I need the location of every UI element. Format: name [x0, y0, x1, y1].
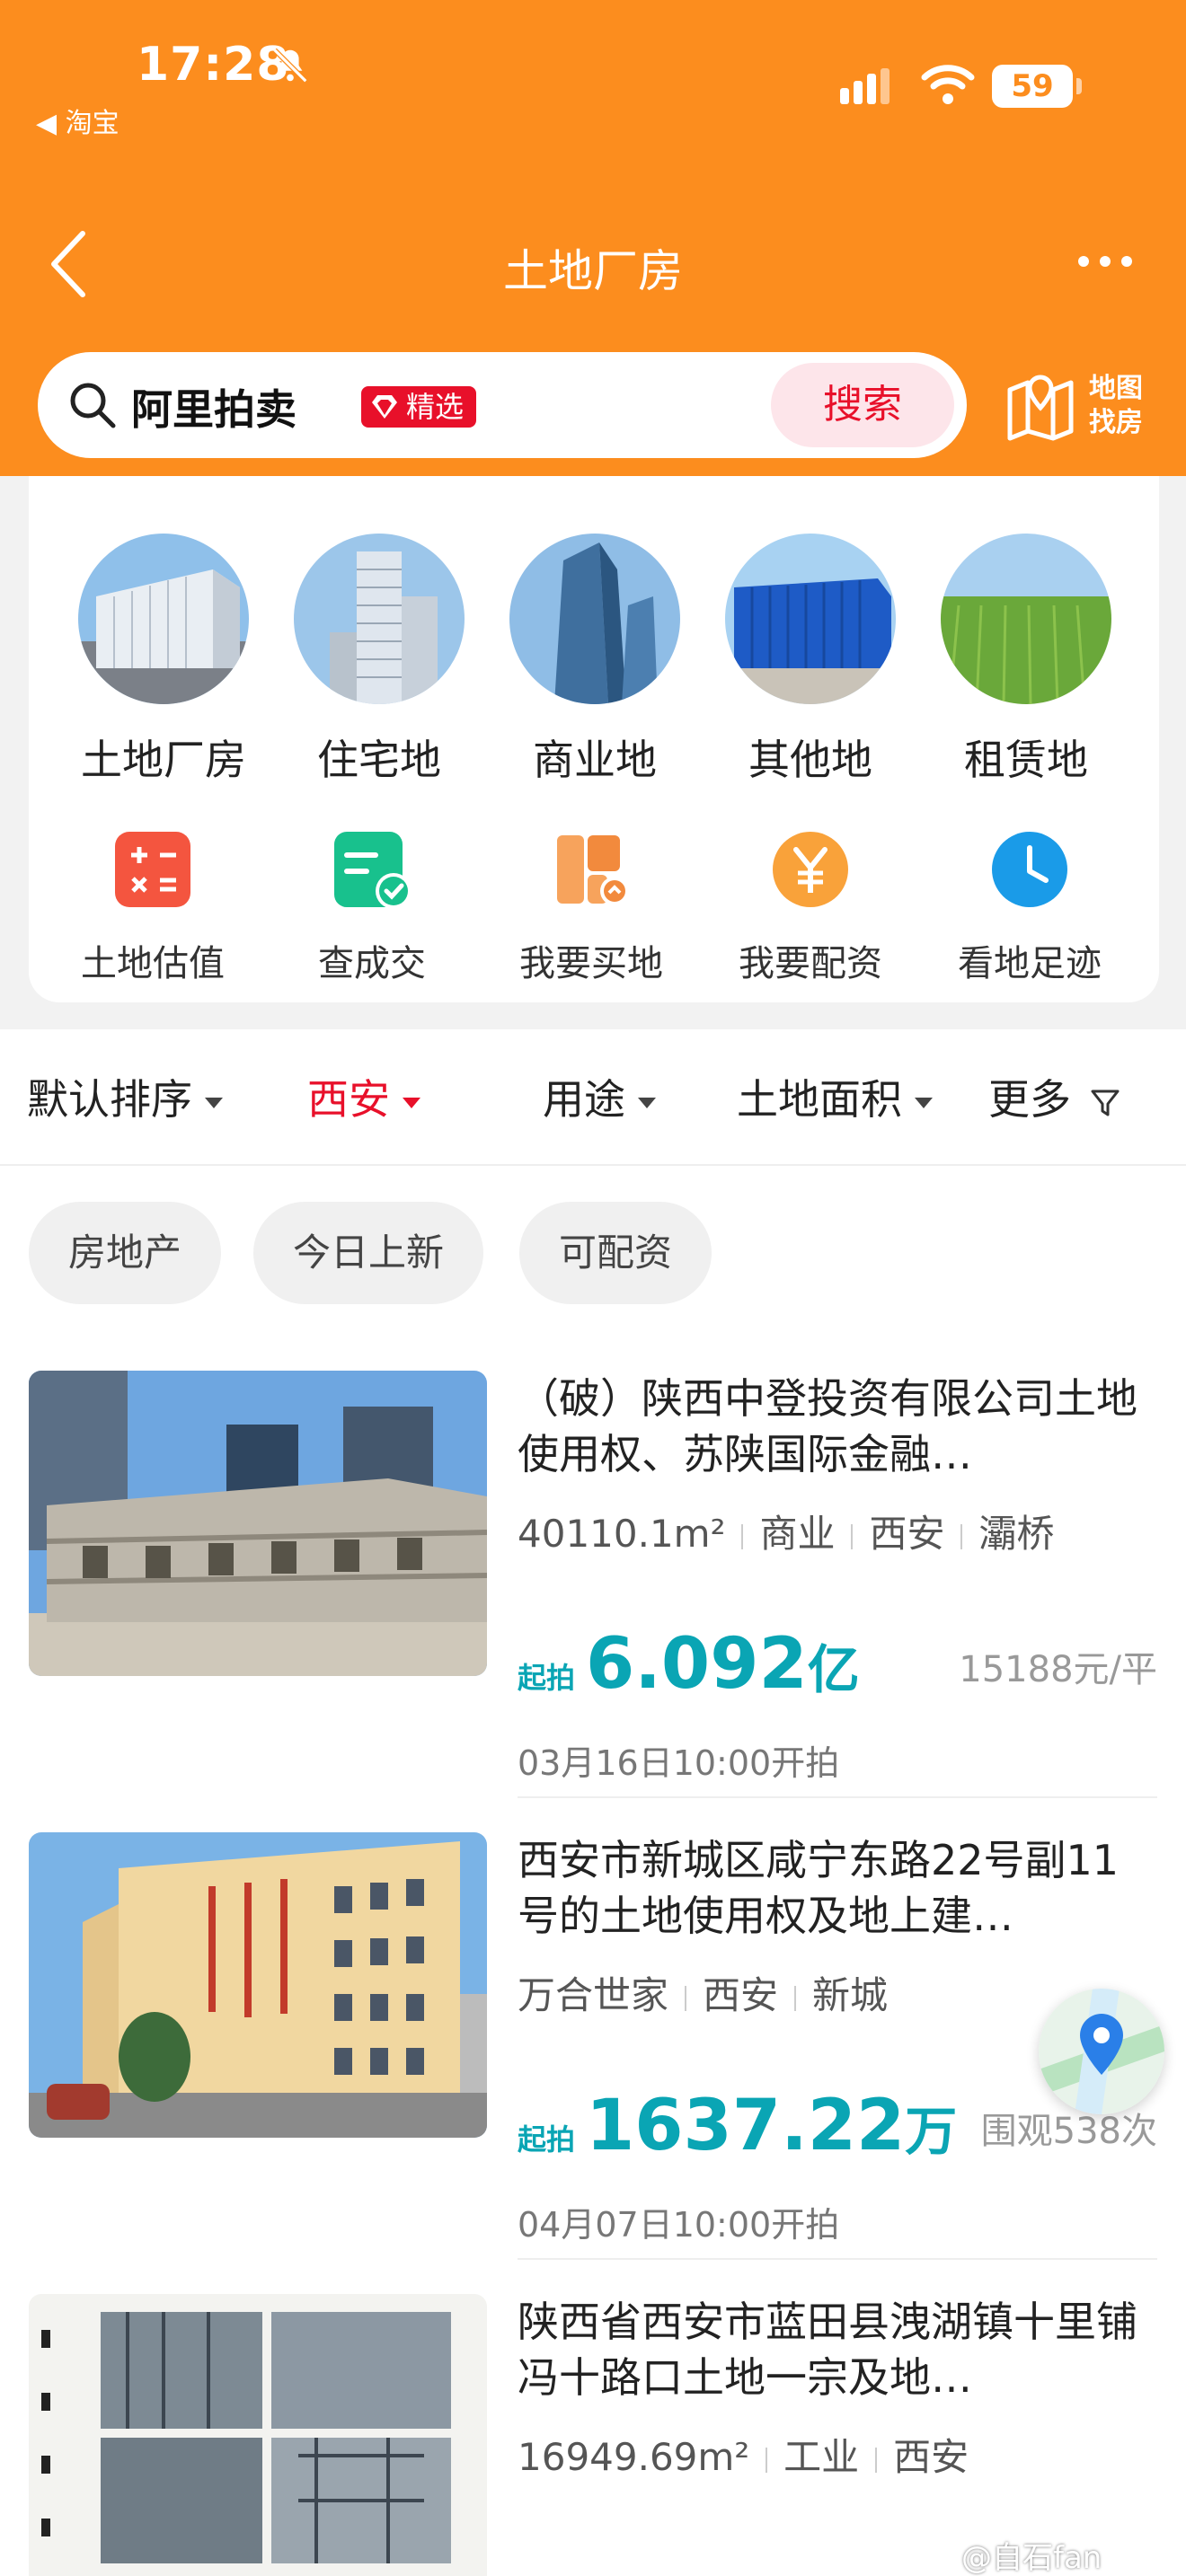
listing-photo: [29, 1832, 487, 2138]
search-icon: [70, 383, 116, 428]
residential-photo-icon: [294, 534, 465, 704]
diamond-icon: [372, 395, 397, 419]
filter-bar: 默认排序 西安 用途 土地面积 更多: [0, 1029, 1186, 1166]
caret-down-icon: [915, 1097, 933, 1108]
listing-area: 房地产 今日上新 可配资 （破）陕西中登投资有限公司土地使用权、苏陕国际金融… …: [0, 1166, 1186, 2576]
back-to-app-link[interactable]: ◀ 淘宝: [36, 101, 119, 140]
filter-more[interactable]: 更多: [988, 1067, 1120, 1126]
tool-label: 我要配资: [739, 943, 882, 984]
factory-photo-icon: [78, 534, 249, 704]
search-button[interactable]: 搜索: [771, 363, 954, 447]
chip-new-today[interactable]: 今日上新: [253, 1202, 484, 1304]
floating-map-button[interactable]: [1039, 1989, 1164, 2114]
chip-real-estate[interactable]: 房地产: [29, 1202, 222, 1304]
battery-indicator: 59: [992, 65, 1082, 108]
listing-photo: [29, 2294, 487, 2576]
tool-check-deal[interactable]: 查成交: [273, 828, 471, 986]
category-factory[interactable]: 土地厂房: [74, 534, 253, 787]
farmland-photo-icon: [941, 534, 1111, 704]
clock-icon: [992, 832, 1067, 907]
category-label: 住宅地: [317, 736, 441, 784]
category-commercial[interactable]: 商业地: [505, 534, 685, 787]
header-bar: 17:28 ◀ 淘宝 59 土地厂房 阿里拍卖 精选 搜索 地图 找房: [0, 0, 1186, 476]
category-label: 土地厂房: [81, 736, 246, 784]
map-pin-icon: [1039, 1989, 1164, 2114]
search-bar[interactable]: 阿里拍卖 精选 搜索: [38, 352, 967, 458]
listing-tags: 万合世家 西安 新城: [518, 1973, 889, 2017]
filter-area[interactable]: 土地面积: [737, 1067, 933, 1126]
filter-sort[interactable]: 默认排序: [27, 1067, 223, 1126]
divider: [518, 1796, 1157, 1798]
tool-footprint[interactable]: 看地足迹: [931, 828, 1128, 986]
filter-usage[interactable]: 用途: [543, 1067, 656, 1126]
featured-badge-label: 精选: [406, 390, 465, 424]
buy-land-icon: [557, 835, 629, 905]
listing-title[interactable]: 西安市新城区咸宁东路22号副11号的土地使用权及地上建…: [518, 1832, 1155, 1944]
container-photo-icon: [725, 534, 896, 704]
signal-icon: [840, 68, 890, 104]
listing-tags: 16949.69m² 工业 西安: [518, 2435, 969, 2479]
filter-city[interactable]: 西安: [307, 1067, 420, 1126]
tool-land-valuation[interactable]: 土地估值: [54, 828, 252, 986]
listing-title[interactable]: 陕西省西安市蓝田县洩湖镇十里铺冯十路口土地一宗及地…: [518, 2294, 1155, 2405]
commercial-photo-icon: [509, 534, 680, 704]
category-card: 土地厂房 住宅地 商业地 其他地 租赁地 土地估值 查成交 我要买地 我要配资 …: [29, 476, 1159, 1002]
yuan-icon: [773, 832, 848, 907]
calculator-icon: [115, 832, 190, 907]
tool-buy-land[interactable]: 我要买地: [492, 828, 690, 986]
map-search-label: 地图 找房: [1089, 373, 1143, 438]
tool-label: 我要买地: [519, 943, 663, 984]
chip-financing[interactable]: 可配资: [519, 1202, 712, 1304]
caret-down-icon: [638, 1097, 656, 1108]
divider: [518, 2258, 1157, 2260]
watermark: @自石fan: [961, 2540, 1102, 2576]
featured-badge: 精选: [361, 386, 477, 428]
category-lease[interactable]: 租赁地: [936, 534, 1116, 787]
tool-label: 土地估值: [81, 943, 225, 984]
category-other[interactable]: 其他地: [721, 534, 900, 787]
deal-check-icon: [334, 832, 412, 909]
listing-title[interactable]: （破）陕西中登投资有限公司土地使用权、苏陕国际金融…: [518, 1371, 1155, 1482]
listing-item[interactable]: 西安市新城区咸宁东路22号副11号的土地使用权及地上建… 万合世家 西安 新城 起拍…: [29, 1832, 1157, 2263]
category-label: 其他地: [748, 736, 872, 784]
category-label: 商业地: [533, 736, 657, 784]
map-search-button[interactable]: 地图 找房: [1005, 366, 1175, 444]
search-input[interactable]: 阿里拍卖: [131, 377, 296, 437]
auction-start-time: 03月16日10:00开拍: [518, 1743, 840, 1783]
wifi-icon: [921, 65, 975, 104]
listing-photo: [29, 1371, 487, 1676]
funnel-icon: [1091, 1090, 1120, 1116]
unit-price: 15188元/平: [959, 1649, 1157, 1690]
listing-item[interactable]: （破）陕西中登投资有限公司土地使用权、苏陕国际金融… 40110.1m² 商业 西安…: [29, 1371, 1157, 1802]
listing-tags: 40110.1m² 商业 西安 灞桥: [518, 1512, 1055, 1556]
map-icon: [1007, 375, 1074, 441]
page-title: 土地厂房: [503, 245, 683, 297]
caret-down-icon: [205, 1097, 223, 1108]
listing-price: 起拍 1637.22万: [518, 2086, 958, 2166]
view-count: 围观538次: [980, 2111, 1157, 2152]
category-residential[interactable]: 住宅地: [289, 534, 469, 787]
auction-start-time: 04月07日10:00开拍: [518, 2205, 840, 2245]
bell-muted-icon: [272, 48, 308, 84]
status-time: 17:28: [137, 38, 290, 92]
more-options-button[interactable]: [1078, 253, 1143, 275]
tool-label: 查成交: [318, 943, 426, 984]
category-label: 租赁地: [964, 736, 1088, 784]
caret-down-icon: [403, 1097, 420, 1108]
listing-price: 起拍 6.092亿: [518, 1624, 860, 1705]
tool-financing[interactable]: 我要配资: [712, 828, 909, 986]
tool-label: 看地足迹: [958, 943, 1102, 984]
